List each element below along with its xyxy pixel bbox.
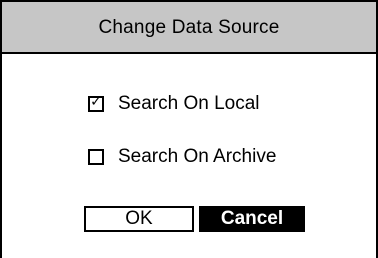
cancel-button[interactable]: Cancel <box>199 206 305 232</box>
ok-button[interactable]: OK <box>84 206 194 232</box>
search-on-archive-option[interactable]: Search On Archive <box>88 146 276 168</box>
search-on-local-checkbox[interactable]: ✓ <box>88 94 104 112</box>
dialog-titlebar: Change Data Source <box>0 0 378 54</box>
search-on-archive-label: Search On Archive <box>118 146 277 167</box>
search-on-archive-checkbox[interactable] <box>88 149 104 165</box>
checkmark-icon: ✓ <box>90 94 102 110</box>
dialog-title: Change Data Source <box>98 17 280 38</box>
search-on-local-option[interactable]: ✓ Search On Local <box>88 93 260 115</box>
change-data-source-dialog: Change Data Source ✓ Search On Local Sea… <box>0 0 378 258</box>
search-on-local-label: Search On Local <box>118 93 260 114</box>
